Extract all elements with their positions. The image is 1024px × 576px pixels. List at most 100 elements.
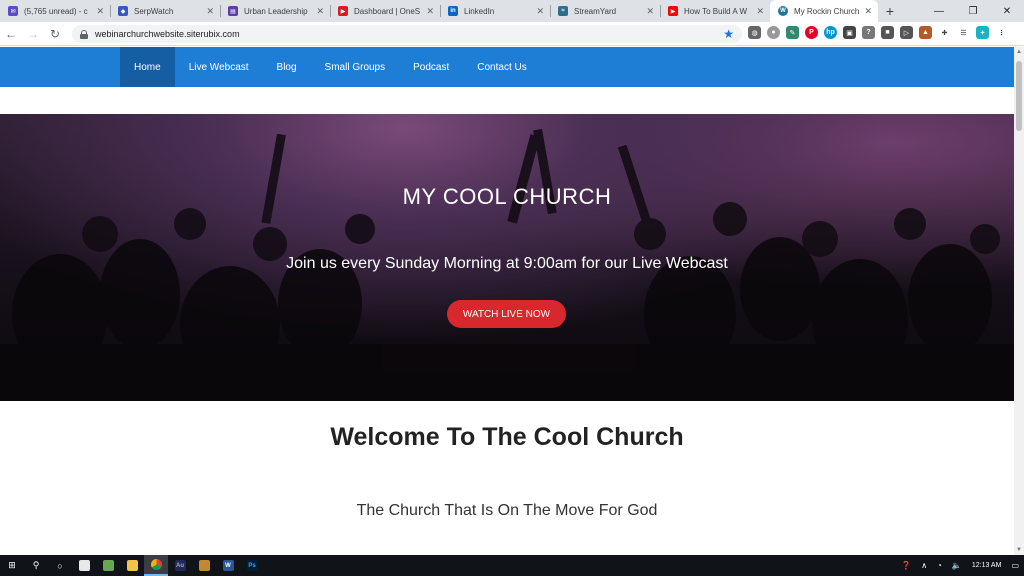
lock-icon xyxy=(80,29,88,39)
address-bar[interactable]: webinarchurchwebsite.siterubix.com ★ xyxy=(72,25,742,43)
browser-tab[interactable]: ≈ StreamYard ✕ xyxy=(550,0,660,22)
tab-title: LinkedIn xyxy=(464,6,495,16)
mail-icon: ✉ xyxy=(8,6,18,16)
network-icon[interactable]: ◔ xyxy=(932,561,947,570)
notepad-icon xyxy=(78,560,90,571)
taskbar-app-photos[interactable] xyxy=(96,555,120,576)
window-controls: — ❐ ✕ xyxy=(922,0,1024,22)
nav-small-groups[interactable]: Small Groups xyxy=(311,47,400,87)
media-icon xyxy=(198,560,210,571)
github-icon[interactable]: ● xyxy=(767,26,780,39)
help-icon[interactable]: ? xyxy=(862,26,875,39)
tagline-text: The Church That Is On The Move For God xyxy=(356,502,658,519)
browser-tab[interactable]: ◆ SerpWatch ✕ xyxy=(110,0,220,22)
folder-icon xyxy=(126,560,138,571)
tab-title: How To Build A W xyxy=(684,6,747,16)
taskbar-app-media[interactable] xyxy=(192,555,216,576)
minimize-icon[interactable]: — xyxy=(922,0,956,22)
volume-icon[interactable]: 🔈 xyxy=(947,561,967,570)
browser-tab[interactable]: ▶ Dashboard | OneS ✕ xyxy=(330,0,440,22)
scroll-thumb[interactable] xyxy=(1016,61,1022,131)
extension-icon[interactable]: ✎ xyxy=(786,26,799,39)
bookmark-star-icon[interactable]: ★ xyxy=(723,27,734,41)
taskbar-app-photoshop[interactable]: Ps xyxy=(240,555,264,576)
tab-strip: ✉ (5,765 unread) - c ✕ ◆ SerpWatch ✕ ▤ U… xyxy=(0,0,1024,22)
word-icon: W xyxy=(222,560,234,571)
back-icon[interactable]: ← xyxy=(0,23,22,45)
nav-podcast[interactable]: Podcast xyxy=(399,47,463,87)
close-window-icon[interactable]: ✕ xyxy=(990,0,1024,22)
site-nav-menu: Home Live Webcast Blog Small Groups Podc… xyxy=(120,47,541,87)
hero-banner: MY COOL CHURCH Join us every Sunday Morn… xyxy=(0,114,1014,401)
extension-icon[interactable]: ▣ xyxy=(843,26,856,39)
page-icon: ▤ xyxy=(228,6,238,16)
chevron-up-icon[interactable]: ∧ xyxy=(916,561,932,570)
new-tab-button[interactable]: + xyxy=(878,0,902,22)
scroll-up-icon[interactable]: ▲ xyxy=(1014,47,1024,57)
extension-icon[interactable]: ◍ xyxy=(748,26,761,39)
browser-tab[interactable]: ✉ (5,765 unread) - c ✕ xyxy=(0,0,110,22)
close-icon[interactable]: ✕ xyxy=(864,6,872,17)
browser-tab[interactable]: ▶ How To Build A W ✕ xyxy=(660,0,770,22)
audition-icon: Au xyxy=(174,560,186,571)
extension-icon[interactable]: ■ xyxy=(881,26,894,39)
close-icon[interactable]: ✕ xyxy=(206,6,214,17)
nav-live-webcast[interactable]: Live Webcast xyxy=(175,47,263,87)
close-icon[interactable]: ✕ xyxy=(316,6,324,17)
watch-live-button[interactable]: WATCH LIVE NOW xyxy=(447,300,566,328)
pinterest-icon[interactable]: P xyxy=(805,26,818,39)
nav-contact-us[interactable]: Contact Us xyxy=(463,47,540,87)
help-icon[interactable]: ❓ xyxy=(896,561,916,570)
cortana-icon[interactable]: ○ xyxy=(48,555,72,576)
reload-icon[interactable]: ↻ xyxy=(44,23,66,45)
url-text: webinarchurchwebsite.siterubix.com xyxy=(95,29,240,39)
close-icon[interactable]: ✕ xyxy=(536,6,544,17)
linkedin-icon: in xyxy=(448,6,458,16)
play-icon: ▶ xyxy=(338,6,348,16)
tab-title: StreamYard xyxy=(574,6,617,16)
restore-icon[interactable]: ❐ xyxy=(956,0,990,22)
nav-blog[interactable]: Blog xyxy=(263,47,311,87)
windows-taskbar: ⊞ ⚲ ○ Au W Ps ❓ ∧ ◔ 🔈 12:13 AM ▭ xyxy=(0,555,1024,576)
notifications-icon[interactable]: ▭ xyxy=(1006,561,1024,570)
browser-tab-active[interactable]: W My Rockin Church ✕ xyxy=(770,0,878,22)
extension-icon[interactable]: ✦ xyxy=(976,26,989,39)
close-icon[interactable]: ✕ xyxy=(646,6,654,17)
taskbar-app-explorer[interactable] xyxy=(120,555,144,576)
taskbar-app-notepad[interactable] xyxy=(72,555,96,576)
youtube-icon: ▶ xyxy=(668,6,678,16)
taskbar-app-word[interactable]: W xyxy=(216,555,240,576)
chrome-icon xyxy=(150,559,162,570)
scroll-down-icon[interactable]: ▼ xyxy=(1014,545,1024,555)
menu-icon[interactable]: ⋮ xyxy=(995,26,1008,39)
playlist-icon[interactable]: ☰ xyxy=(957,26,970,39)
tab-title: My Rockin Church xyxy=(794,6,860,16)
taskbar-app-audition[interactable]: Au xyxy=(168,555,192,576)
browser-tab[interactable]: in LinkedIn ✕ xyxy=(440,0,550,22)
wordpress-icon: W xyxy=(778,6,788,16)
browser-toolbar: ← → ↻ webinarchurchwebsite.siterubix.com… xyxy=(0,22,1024,46)
close-icon[interactable]: ✕ xyxy=(426,6,434,17)
tab-title: SerpWatch xyxy=(134,6,174,16)
page-scrollbar[interactable]: ▲ ▼ xyxy=(1014,47,1024,555)
windows-start-icon[interactable]: ⊞ xyxy=(0,555,24,576)
close-icon[interactable]: ✕ xyxy=(756,6,764,17)
clock[interactable]: 12:13 AM xyxy=(967,562,1007,569)
extension-icon[interactable]: ▷ xyxy=(900,26,913,39)
browser-tab[interactable]: ▤ Urban Leadership ✕ xyxy=(220,0,330,22)
extension-icon[interactable]: ▲ xyxy=(919,26,932,39)
search-icon[interactable]: ⚲ xyxy=(24,555,48,576)
tab-title: Dashboard | OneS xyxy=(354,6,421,16)
tab-title: (5,765 unread) - c xyxy=(24,6,88,16)
close-icon[interactable]: ✕ xyxy=(96,6,104,17)
forward-icon[interactable]: → xyxy=(22,23,44,45)
tab-title: Urban Leadership xyxy=(244,6,308,16)
nav-home[interactable]: Home xyxy=(120,47,175,87)
taskbar-app-chrome[interactable] xyxy=(144,555,168,576)
hp-icon[interactable]: hp xyxy=(824,26,837,39)
web-page: Home Live Webcast Blog Small Groups Podc… xyxy=(0,47,1014,555)
puzzle-icon[interactable]: ✚ xyxy=(938,26,951,39)
welcome-heading: Welcome To The Cool Church xyxy=(330,423,684,451)
serpwatch-icon: ◆ xyxy=(118,6,128,16)
photoshop-icon: Ps xyxy=(246,560,258,571)
